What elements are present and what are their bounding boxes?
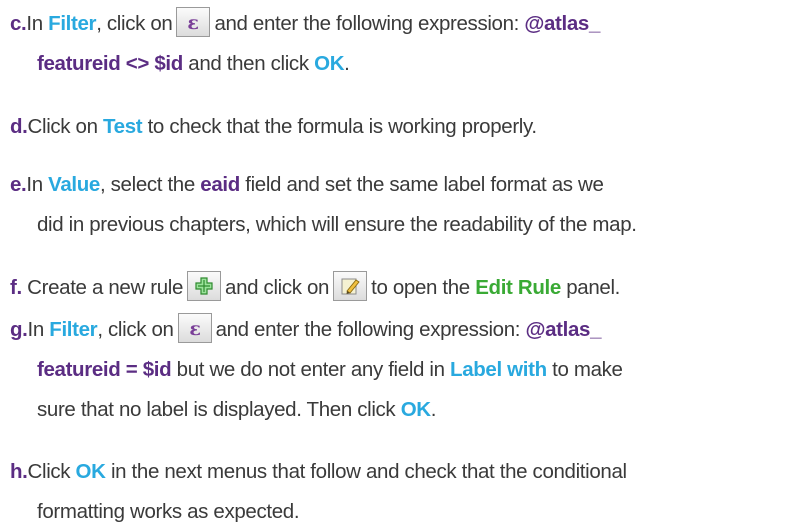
expression-text: @atlas_	[525, 318, 602, 341]
filter-term: Filter	[49, 318, 98, 341]
test-term: Test	[103, 115, 143, 138]
step-letter: h.	[10, 460, 28, 483]
step-text: in the next menus that follow and check …	[105, 460, 627, 483]
step-text: and enter the following expression:	[215, 318, 526, 341]
step-text: and enter the following expression:	[214, 12, 525, 35]
step-text: and click on	[225, 276, 330, 299]
step-h: h.Click OK in the next menus that follow…	[10, 452, 800, 532]
eaid-term: eaid	[200, 173, 240, 196]
step-text: formatting works as expected.	[37, 500, 300, 523]
step-text: , click on	[97, 318, 174, 341]
step-text: Click on	[27, 115, 103, 138]
value-term: Value	[48, 173, 100, 196]
step-letter: f.	[10, 276, 22, 299]
step-h-line-1: h.Click OK in the next menus that follow…	[10, 452, 800, 492]
step-g-line-2: featureid = $id but we do not enter any …	[10, 350, 800, 390]
step-e-line-2: did in previous chapters, which will ens…	[10, 205, 800, 245]
step-text: , click on	[96, 12, 173, 35]
step-text: In	[27, 318, 50, 341]
step-text: to check that the formula is working pro…	[142, 115, 538, 138]
step-text: did in previous chapters, which will ens…	[37, 213, 637, 236]
step-letter: g.	[10, 318, 28, 341]
step-e-line-1: e.In Value, select the eaid field and se…	[10, 165, 800, 205]
edit-rule-term: Edit Rule	[475, 276, 561, 299]
expression-text: featureid <> $id	[37, 52, 183, 75]
svg-text:ε: ε	[188, 12, 199, 32]
step-h-line-2: formatting works as expected.	[10, 492, 800, 532]
step-text: field and set the same label format as w…	[239, 173, 604, 196]
step-letter: e.	[10, 173, 27, 196]
step-g-line-1: g.In Filter, click on ε and enter the foll…	[10, 310, 800, 350]
step-text: to open the	[371, 276, 476, 299]
svg-text:ε: ε	[189, 318, 200, 338]
step-f-line-1: f. Create a new rule and click on to open …	[10, 268, 800, 308]
add-rule-plus-icon	[187, 270, 222, 301]
step-text: to make	[546, 358, 623, 381]
step-c-line-1: c.In Filter, click on ε and enter the foll…	[10, 4, 800, 44]
step-c: c.In Filter, click on ε and enter the foll…	[10, 4, 800, 84]
ok-term: OK	[314, 52, 345, 75]
expression-text: featureid = $id	[37, 358, 172, 381]
step-letter: d.	[10, 115, 28, 138]
ok-term: OK	[400, 398, 431, 421]
step-text: Create a new rule	[21, 276, 184, 299]
step-d-line-1: d.Click on Test to check that the formul…	[10, 107, 800, 147]
step-e: e.In Value, select the eaid field and se…	[10, 165, 800, 245]
step-text: , select the	[99, 173, 201, 196]
step-text: sure that no label is displayed. Then cl…	[37, 398, 401, 421]
step-g-line-3: sure that no label is displayed. Then cl…	[10, 390, 800, 430]
step-text: .	[430, 398, 437, 421]
step-text: Click	[27, 460, 76, 483]
filter-term: Filter	[48, 12, 97, 35]
ok-term: OK	[75, 460, 106, 483]
step-g: g.In Filter, click on ε and enter the foll…	[10, 310, 800, 430]
step-text: and then click	[182, 52, 315, 75]
edit-rule-pencil-icon	[333, 270, 368, 301]
step-f: f. Create a new rule and click on to open …	[10, 268, 800, 308]
step-text: .	[344, 52, 350, 75]
expression-epsilon-icon: ε	[177, 312, 212, 343]
expression-text: @atlas_	[524, 12, 601, 35]
step-text: but we do not enter any field in	[171, 358, 451, 381]
expression-epsilon-icon: ε	[176, 6, 211, 37]
step-text: In	[26, 12, 49, 35]
step-d: d.Click on Test to check that the formul…	[10, 107, 800, 147]
document-page: c.In Filter, click on ε and enter the foll…	[0, 0, 800, 530]
step-text: panel.	[560, 276, 620, 299]
step-text: In	[26, 173, 49, 196]
step-c-line-2: featureid <> $id and then click OK.	[10, 44, 800, 84]
label-with-term: Label with	[450, 358, 547, 381]
step-letter: c.	[10, 12, 27, 35]
